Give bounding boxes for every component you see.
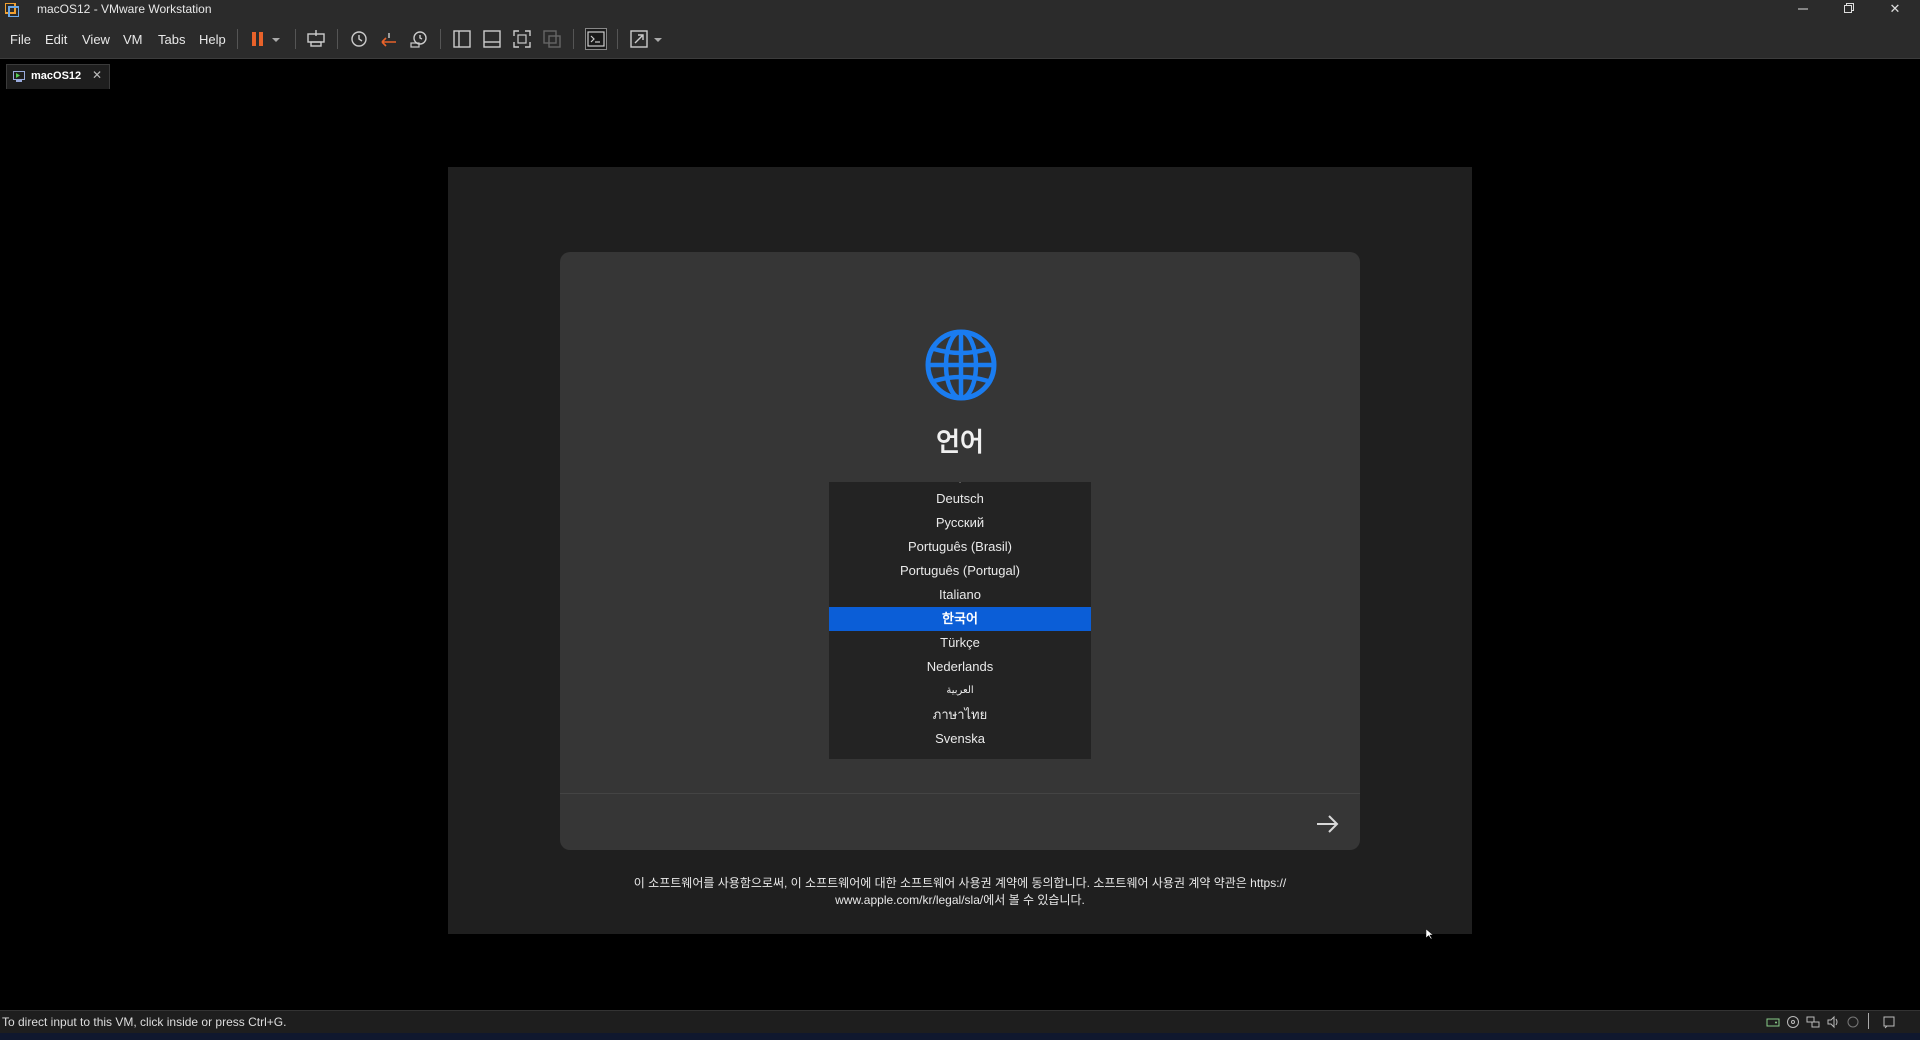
pause-icon[interactable] <box>248 28 270 50</box>
license-line-1: 이 소프트웨어를 사용함으로써, 이 소프트웨어에 대한 소프트웨어 사용권 계… <box>633 876 1287 890</box>
tab-label: macOS12 <box>31 70 82 82</box>
menu-edit[interactable]: Edit <box>45 32 67 47</box>
menu-file[interactable]: File <box>10 32 31 47</box>
status-bar: To direct input to this VM, click inside… <box>0 1010 1920 1033</box>
status-separator <box>1868 1013 1869 1029</box>
unity-icon[interactable] <box>541 28 563 50</box>
dropdown-icon[interactable] <box>652 28 664 50</box>
minimize-icon <box>1798 8 1808 10</box>
status-message: To direct input to this VM, click inside… <box>2 1015 287 1029</box>
toolbar-separator <box>295 29 296 49</box>
list-item[interactable]: Deutsch <box>829 487 1091 511</box>
sound-icon[interactable] <box>1826 1015 1840 1029</box>
cd-dvd-icon[interactable] <box>1786 1015 1800 1029</box>
tab-close-icon[interactable]: ✕ <box>92 68 102 82</box>
list-item[interactable]: Italiano <box>829 583 1091 607</box>
menu-view[interactable]: View <box>82 32 110 47</box>
network-icon[interactable] <box>1806 1015 1820 1029</box>
dropdown-icon[interactable] <box>270 28 282 50</box>
toolbar-separator <box>237 29 238 49</box>
toolbar-separator <box>573 29 574 49</box>
toolbar-separator <box>617 29 618 49</box>
vm-tab-icon <box>13 71 25 82</box>
minimize-button[interactable] <box>1780 0 1826 20</box>
page-title: 언어 <box>936 428 984 458</box>
restore-icon <box>1844 3 1854 13</box>
tab-macos12[interactable]: macOS12 ✕ <box>6 64 110 89</box>
full-screen-icon[interactable] <box>511 28 533 50</box>
window-title: macOS12 - VMware Workstation <box>37 2 212 16</box>
toolbar-separator <box>337 29 338 49</box>
restore-button[interactable] <box>1826 0 1872 20</box>
library-icon[interactable] <box>451 28 473 50</box>
list-item[interactable]: Nederlands <box>829 655 1091 679</box>
close-window-button[interactable]: ✕ <box>1872 0 1918 20</box>
snapshot-manager-icon[interactable] <box>408 28 430 50</box>
list-item-selected[interactable]: 한국어 <box>829 607 1091 631</box>
thumbnail-bar-icon[interactable] <box>481 28 503 50</box>
menu-tabs[interactable]: Tabs <box>158 32 185 47</box>
tab-strip: macOS12 ✕ <box>0 59 1920 93</box>
title-bar: macOS12 - VMware Workstation ✕ <box>0 0 1920 20</box>
mouse-cursor-icon <box>1426 929 1434 939</box>
console-view-icon[interactable] <box>585 28 607 50</box>
list-item[interactable]: العربية <box>829 679 1091 703</box>
message-icon[interactable] <box>1882 1015 1896 1029</box>
menu-vm[interactable]: VM <box>123 32 143 47</box>
snapshot-icon[interactable] <box>348 28 370 50</box>
revert-snapshot-icon[interactable] <box>378 28 400 50</box>
footer-divider <box>560 793 1360 794</box>
list-item[interactable]: ภาษาไทย <box>829 703 1091 727</box>
menu-toolbar: File Edit View VM Tabs Help <box>0 20 1920 59</box>
globe-icon <box>925 329 997 401</box>
toolbar-separator <box>440 29 441 49</box>
usb-icon[interactable] <box>1846 1015 1860 1029</box>
list-item[interactable]: Türkçe <box>829 631 1091 655</box>
list-item-partial: · <box>829 750 1091 759</box>
language-list[interactable]: · Deutsch Русский Português (Brasil) Por… <box>829 482 1091 759</box>
license-line-2: www.apple.com/kr/legal/sla/에서 볼 수 있습니다. <box>835 893 1085 907</box>
hard-disk-icon[interactable] <box>1766 1015 1780 1029</box>
stretch-guest-icon[interactable] <box>628 28 650 50</box>
vm-display[interactable]: 언어 · Deutsch Русский Português (Brasil) … <box>448 167 1472 939</box>
list-item[interactable]: Русский <box>829 511 1091 535</box>
list-item[interactable]: Português (Brasil) <box>829 535 1091 559</box>
menu-help[interactable]: Help <box>199 32 226 47</box>
license-notice: 이 소프트웨어를 사용함으로써, 이 소프트웨어에 대한 소프트웨어 사용권 계… <box>608 875 1312 909</box>
list-item[interactable]: Português (Portugal) <box>829 559 1091 583</box>
vmware-app-icon <box>5 3 19 17</box>
arrow-right-icon[interactable] <box>1314 812 1340 836</box>
language-setup-dialog: 언어 · Deutsch Русский Português (Brasil) … <box>560 252 1360 850</box>
list-item[interactable]: Svenska <box>829 727 1091 751</box>
host-taskbar-edge <box>0 1033 1920 1040</box>
send-ctrl-alt-del-icon[interactable] <box>305 28 327 50</box>
